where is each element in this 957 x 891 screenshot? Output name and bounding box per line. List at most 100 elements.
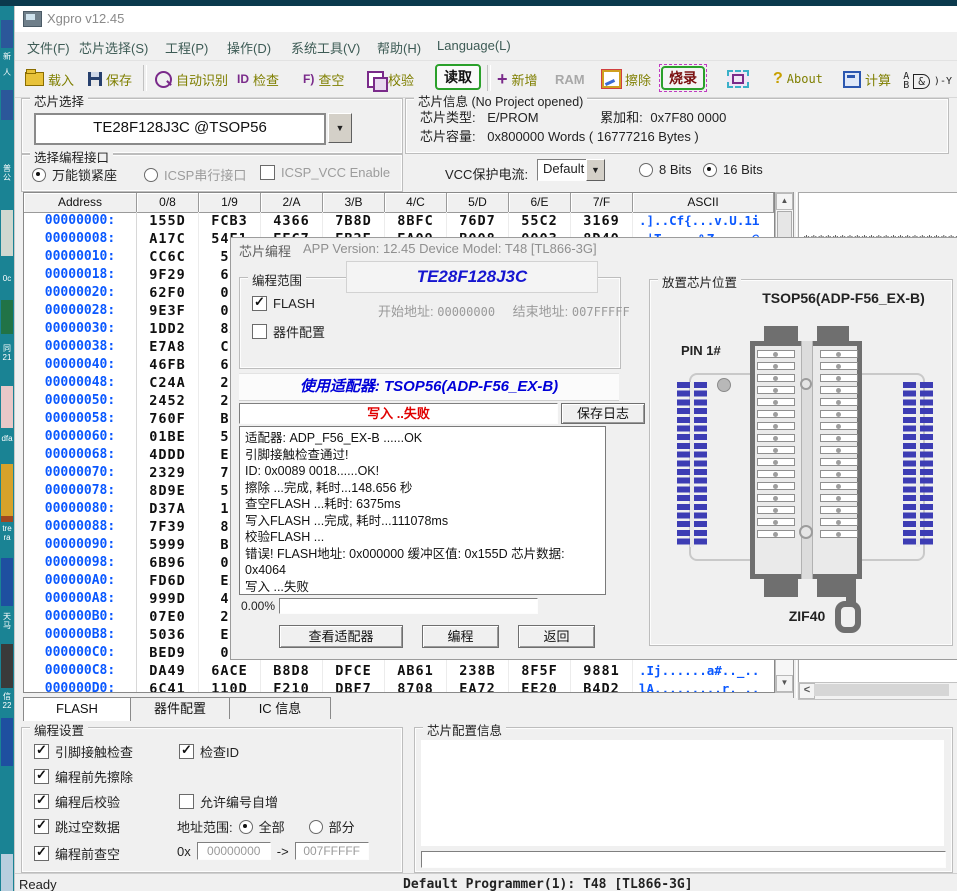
- hex-column-header[interactable]: 3/B: [323, 193, 385, 213]
- program-button[interactable]: 编程: [422, 625, 499, 648]
- ram-button[interactable]: RAM: [555, 67, 585, 91]
- hex-cell[interactable]: 760F: [137, 410, 199, 428]
- app-swoosh-icon[interactable]: [1, 718, 13, 766]
- scroll-left-button[interactable]: <: [799, 683, 815, 699]
- hex-cell[interactable]: D37A: [137, 500, 199, 518]
- desktop-icon[interactable]: [1, 854, 13, 891]
- pin-check-checkbox[interactable]: 引脚接触检查: [34, 742, 133, 761]
- hex-cell[interactable]: EA72: [447, 680, 509, 693]
- scroll-up-button[interactable]: ▲: [776, 193, 793, 210]
- hex-cell[interactable]: 8D9E: [137, 482, 199, 500]
- icsp-vcc-checkbox[interactable]: ICSP_VCC Enable: [260, 165, 390, 180]
- word-icon[interactable]: [1, 90, 13, 120]
- read-button[interactable]: 读取: [435, 65, 481, 89]
- radio-16bits[interactable]: 16 Bits: [703, 162, 763, 177]
- hex-cell[interactable]: 7F39: [137, 518, 199, 536]
- hex-cell[interactable]: 155D: [137, 212, 199, 230]
- hex-cell[interactable]: 9F29: [137, 266, 199, 284]
- hex-column-header[interactable]: 7/F: [571, 193, 633, 213]
- radio-partial[interactable]: 部分: [309, 817, 355, 836]
- hex-cell[interactable]: DBF7: [323, 680, 385, 693]
- menu-item[interactable]: 操作(D): [223, 38, 275, 57]
- scrollbar-thumb[interactable]: [814, 684, 949, 696]
- hex-cell[interactable]: 2329: [137, 464, 199, 482]
- save-log-button[interactable]: 保存日志: [561, 403, 645, 424]
- hex-cell[interactable]: 6C41: [137, 680, 199, 693]
- menu-item[interactable]: 系统工具(V): [287, 38, 364, 57]
- hex-cell[interactable]: 6B96: [137, 554, 199, 572]
- hex-cell[interactable]: 8708: [385, 680, 447, 693]
- hex-cell[interactable]: 1DD2: [137, 320, 199, 338]
- hex-cell[interactable]: AB61: [385, 662, 447, 680]
- add-button[interactable]: +新增: [497, 67, 538, 91]
- hex-cell[interactable]: FD6D: [137, 572, 199, 590]
- hex-cell[interactable]: 110D: [199, 680, 261, 693]
- hex-cell[interactable]: 8F5F: [509, 662, 571, 680]
- hex-column-header[interactable]: 6/E: [509, 193, 571, 213]
- hex-cell[interactable]: 2452: [137, 392, 199, 410]
- hex-cell[interactable]: C24A: [137, 374, 199, 392]
- vcc-dropdown-button[interactable]: ▼: [586, 159, 605, 181]
- about-button[interactable]: ?About: [773, 67, 823, 91]
- photo-thumbnail[interactable]: [1, 210, 13, 256]
- hex-cell[interactable]: 999D: [137, 590, 199, 608]
- hex-column-header[interactable]: Address: [24, 193, 137, 213]
- dark-thumbnail[interactable]: [1, 644, 13, 688]
- hex-cell[interactable]: 6ACE: [199, 662, 261, 680]
- verify-button[interactable]: 校验: [367, 67, 414, 91]
- hex-cell[interactable]: E7A8: [137, 338, 199, 356]
- hex-cell[interactable]: 55C2: [509, 212, 571, 230]
- radio-all[interactable]: 全部: [239, 817, 285, 836]
- hex-cell[interactable]: B4D2: [571, 680, 633, 693]
- chip-select-dropdown-button[interactable]: ▼: [328, 113, 352, 143]
- hex-cell[interactable]: 3169: [571, 212, 633, 230]
- hex-column-header[interactable]: 4/C: [385, 193, 447, 213]
- menu-item[interactable]: Language(L): [433, 38, 515, 53]
- check-id-checkbox[interactable]: 检查ID: [179, 742, 239, 761]
- image-thumbnail[interactable]: [1, 386, 13, 428]
- hex-cell[interactable]: DA49: [137, 662, 199, 680]
- hex-cell[interactable]: FCB3: [199, 212, 261, 230]
- hex-cell[interactable]: A17C: [137, 230, 199, 248]
- erase-before-checkbox[interactable]: 编程前先擦除: [34, 767, 133, 786]
- hex-cell[interactable]: 76D7: [447, 212, 509, 230]
- tab-device-config[interactable]: 器件配置: [129, 697, 231, 719]
- hex-cell[interactable]: EE20: [509, 680, 571, 693]
- hex-cell[interactable]: BED9: [137, 644, 199, 662]
- vcc-combo[interactable]: Default: [537, 159, 592, 181]
- hex-cell[interactable]: 46FB: [137, 356, 199, 374]
- chip-select-combo[interactable]: TE28F128J3C @TSOP56: [34, 113, 326, 145]
- burn-button[interactable]: 烧录: [659, 64, 707, 92]
- skip-blank-checkbox[interactable]: 跳过空数据: [34, 817, 120, 836]
- hex-cell[interactable]: 4366: [261, 212, 323, 230]
- erase-button[interactable]: 擦除: [602, 67, 651, 91]
- tab-flash[interactable]: FLASH: [23, 697, 131, 721]
- hex-cell[interactable]: 07E0: [137, 608, 199, 626]
- chip-button[interactable]: [727, 67, 749, 91]
- hex-cell[interactable]: 62F0: [137, 284, 199, 302]
- hex-cell[interactable]: 238B: [447, 662, 509, 680]
- view-adapter-button[interactable]: 查看适配器: [279, 625, 403, 648]
- horizontal-scrollbar[interactable]: <: [798, 682, 957, 700]
- blank-before-checkbox[interactable]: 编程前查空: [34, 844, 120, 863]
- hex-cell[interactable]: DFCE: [323, 662, 385, 680]
- menu-item[interactable]: 文件(F): [23, 38, 74, 57]
- hex-column-header[interactable]: ASCII: [633, 193, 774, 213]
- addr-to-input[interactable]: 007FFFFF: [295, 842, 369, 860]
- scroll-down-button[interactable]: ▼: [776, 675, 793, 692]
- menu-item[interactable]: 帮助(H): [373, 38, 425, 57]
- radio-universal-socket[interactable]: 万能锁紧座: [32, 165, 117, 184]
- device-config-checkbox[interactable]: 器件配置: [252, 322, 325, 341]
- hex-cell[interactable]: 8BFC: [385, 212, 447, 230]
- hex-cell[interactable]: 7B8D: [323, 212, 385, 230]
- excel-icon[interactable]: [1, 300, 13, 334]
- calc-button[interactable]: 计算: [843, 67, 891, 91]
- hex-column-header[interactable]: 5/D: [447, 193, 509, 213]
- hex-column-header[interactable]: 0/8: [137, 193, 199, 213]
- back-button[interactable]: 返回: [518, 625, 595, 648]
- verify-after-checkbox[interactable]: 编程后校验: [34, 792, 120, 811]
- winrar-icon[interactable]: [1, 464, 13, 522]
- menu-item[interactable]: 芯片选择(S): [75, 38, 152, 57]
- hex-cell[interactable]: 5036: [137, 626, 199, 644]
- radio-icsp[interactable]: ICSP串行接口: [144, 165, 246, 184]
